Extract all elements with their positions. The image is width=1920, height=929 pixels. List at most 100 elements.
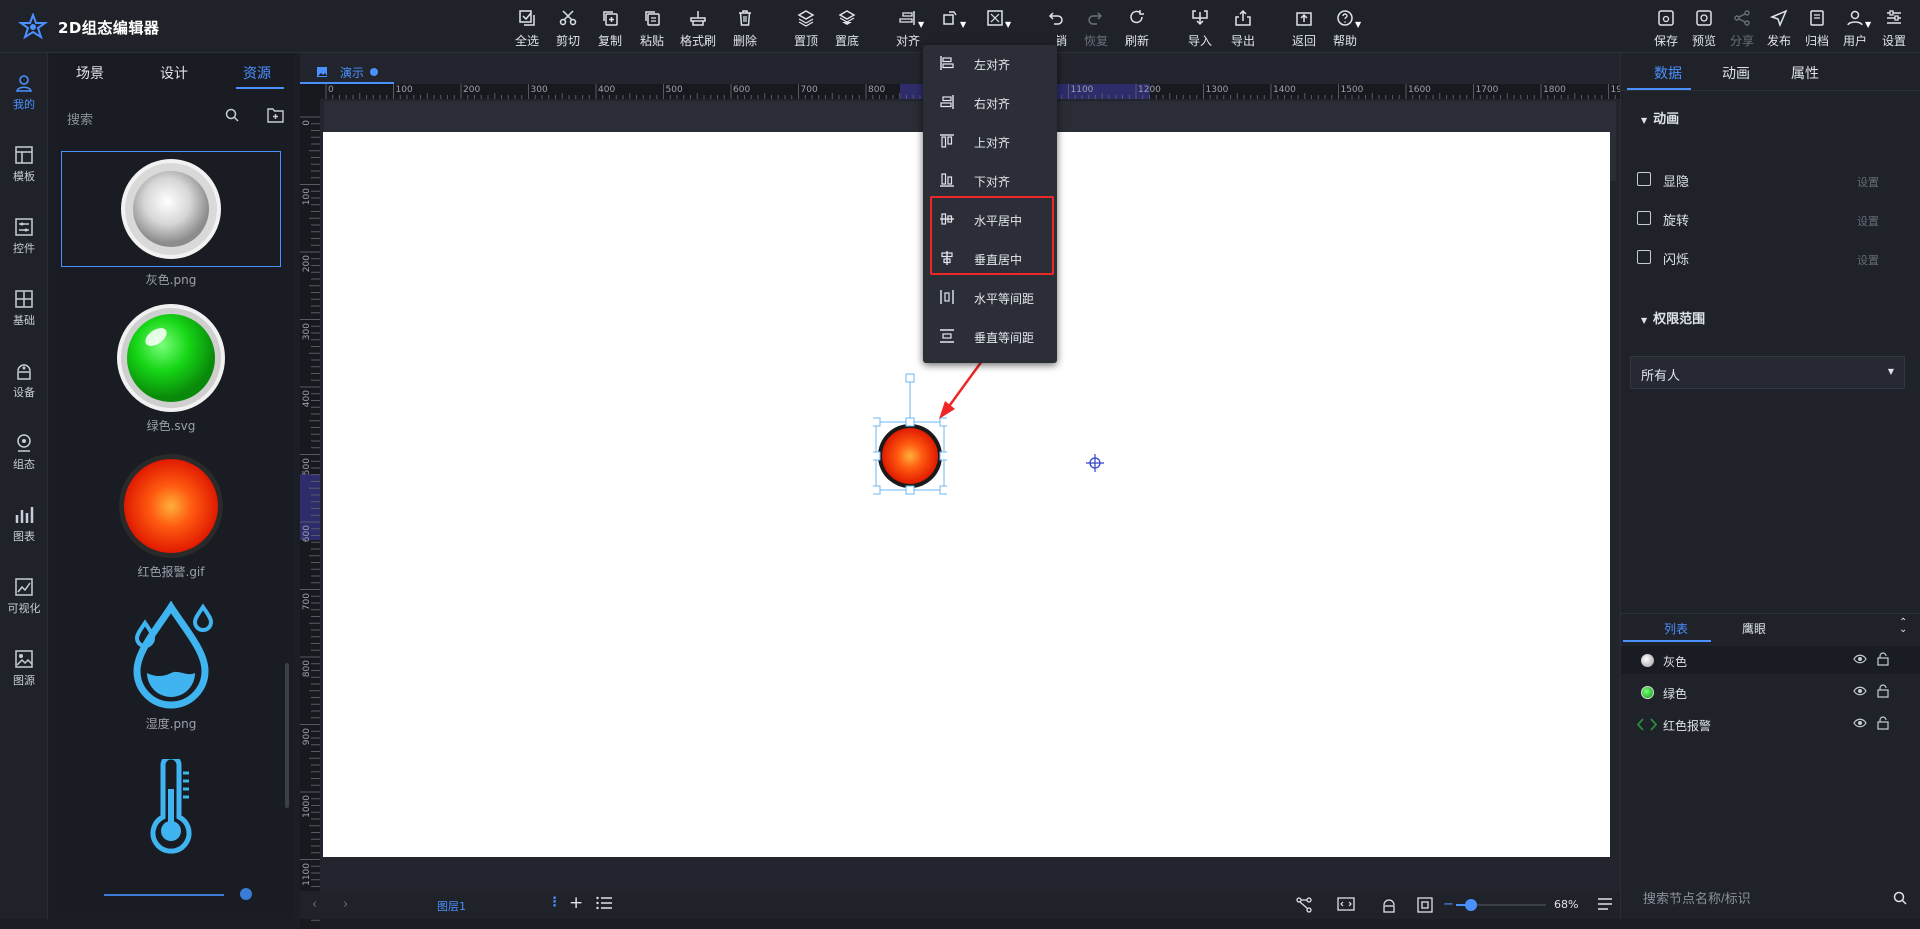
tab-document[interactable]: 演示 <box>316 62 379 82</box>
search-icon[interactable] <box>1893 891 1907 905</box>
menu-item-distribute-vertical[interactable]: 垂直等间距 <box>923 320 1057 352</box>
layer-row[interactable]: 红色报警 <box>1621 710 1920 738</box>
chevron-right-icon[interactable]: › <box>343 897 348 912</box>
lock-icon[interactable] <box>1877 716 1889 730</box>
tab-animation[interactable]: 动画 <box>1722 63 1750 83</box>
size-slider-handle[interactable] <box>240 888 252 900</box>
menu-item-center-horizontal[interactable]: 水平居中 <box>923 203 1057 235</box>
menu-item-align-top[interactable]: 上对齐 <box>923 125 1057 157</box>
chevron-left-icon[interactable]: ‹ <box>312 897 317 912</box>
tab-resource[interactable]: 资源 <box>243 63 271 83</box>
expand-toggle-icon[interactable]: ⌃ ⌄ <box>1899 618 1907 635</box>
animation-section-header[interactable]: ▼ 动画 <box>1641 108 1679 127</box>
copy-button[interactable]: 复制 <box>590 8 630 50</box>
fit-screen-icon[interactable] <box>1417 897 1433 913</box>
preview-button[interactable]: 预览 <box>1684 8 1724 50</box>
redo-button[interactable]: 恢复 <box>1076 8 1116 50</box>
tab-data[interactable]: 数据 <box>1654 63 1682 83</box>
menu-icon[interactable] <box>1597 897 1613 911</box>
layer-row[interactable]: 绿色 <box>1621 678 1920 706</box>
permission-section-header[interactable]: ▼ 权限范围 <box>1641 308 1705 327</box>
rotate-settings-link[interactable]: 设置 <box>1857 213 1879 229</box>
nav-item-controls[interactable]: 控件 <box>0 217 48 267</box>
nav-item-mine[interactable]: 我的 <box>0 73 48 123</box>
user-icon <box>1846 8 1864 28</box>
publish-button[interactable]: 发布 <box>1759 8 1799 50</box>
lock-icon[interactable] <box>1877 684 1889 698</box>
user-button[interactable]: ▼ 用户 <box>1835 8 1875 50</box>
resource-item-red-alarm[interactable]: 红色报警.gif <box>61 453 281 580</box>
nav-item-basic[interactable]: 基础 <box>0 289 48 339</box>
nav-item-template[interactable]: 模板 <box>0 145 48 195</box>
help-button[interactable]: ▼ 帮助 <box>1325 8 1365 50</box>
nav-item-source[interactable]: 图源 <box>0 649 48 699</box>
permission-select[interactable]: 所有人 ▼ <box>1630 356 1905 389</box>
share-button[interactable]: 分享 <box>1722 8 1762 50</box>
import-button[interactable]: 导入 <box>1180 8 1220 50</box>
settings-button[interactable]: 设置 <box>1874 8 1914 50</box>
zoom-slider-handle[interactable] <box>1465 899 1477 911</box>
code-icon[interactable] <box>1337 897 1355 913</box>
size-button[interactable]: ▼ <box>975 8 1015 50</box>
size-slider-track[interactable] <box>104 894 224 896</box>
blink-checkbox[interactable] <box>1637 250 1651 264</box>
select-all-button[interactable]: 全选 <box>507 8 547 50</box>
tab-scene[interactable]: 场景 <box>76 63 104 83</box>
nav-item-config[interactable]: 组态 <box>0 433 48 483</box>
resource-item-green[interactable]: 绿色.svg <box>61 303 281 434</box>
resource-item-humidity[interactable]: 湿度.png <box>61 601 281 732</box>
add-folder-icon[interactable] <box>267 107 284 123</box>
nav-item-visual[interactable]: 可视化 <box>0 577 48 627</box>
resource-item-gray[interactable]: 灰色.png <box>61 151 281 288</box>
visibility-settings-link[interactable]: 设置 <box>1857 174 1879 190</box>
menu-item-align-left[interactable]: 左对齐 <box>923 47 1057 79</box>
blink-settings-link[interactable]: 设置 <box>1857 252 1879 268</box>
help-label: 帮助 <box>1332 34 1357 48</box>
zoom-out-icon[interactable]: − <box>1443 897 1454 912</box>
archive-button[interactable]: 归档 <box>1797 8 1837 50</box>
tab-eagle-eye[interactable]: 鹰眼 <box>1742 620 1766 637</box>
eye-icon[interactable] <box>1853 653 1867 665</box>
menu-item-align-bottom[interactable]: 下对齐 <box>923 164 1057 196</box>
eye-icon[interactable] <box>1853 717 1867 729</box>
add-layer-icon[interactable]: + <box>569 893 583 913</box>
list-icon[interactable] <box>596 896 612 910</box>
undo-button[interactable]: 撤销 <box>1035 8 1075 50</box>
device-icon[interactable] <box>1381 897 1397 913</box>
scrollbar[interactable] <box>285 663 289 808</box>
nav-item-chart[interactable]: 图表 <box>0 505 48 555</box>
refresh-button[interactable]: 刷新 <box>1117 8 1157 50</box>
node-search-input[interactable] <box>1643 889 1873 907</box>
align-button[interactable]: ▼ 对齐 <box>888 8 928 50</box>
lock-icon[interactable] <box>1877 652 1889 666</box>
rotate-button[interactable]: ▼ <box>930 8 970 50</box>
format-painter-button[interactable]: 格式刷 <box>678 8 718 50</box>
layer-tab[interactable]: 图层1 <box>437 898 466 914</box>
visibility-checkbox[interactable] <box>1637 172 1651 186</box>
search-icon[interactable] <box>225 108 239 122</box>
cut-button[interactable]: 剪切 <box>548 8 588 50</box>
resource-item-thermometer[interactable] <box>61 759 281 855</box>
export-button[interactable]: 导出 <box>1223 8 1263 50</box>
tab-properties[interactable]: 属性 <box>1791 63 1819 83</box>
menu-item-align-right[interactable]: 右对齐 <box>923 86 1057 118</box>
paste-button[interactable]: 粘贴 <box>632 8 672 50</box>
menu-item-center-vertical[interactable]: 垂直居中 <box>923 242 1057 274</box>
menu-item-distribute-horizontal[interactable]: 水平等间距 <box>923 281 1057 313</box>
rotate-checkbox[interactable] <box>1637 211 1651 225</box>
more-vertical-icon[interactable]: ⋮ <box>548 895 561 910</box>
layer-row[interactable]: 灰色 <box>1621 646 1920 674</box>
send-bottom-button[interactable]: 置底 <box>827 8 867 50</box>
bring-top-button[interactable]: 置顶 <box>786 8 826 50</box>
nav-item-device[interactable]: 设备 <box>0 361 48 411</box>
tab-list[interactable]: 列表 <box>1664 620 1688 637</box>
resource-search-input[interactable] <box>67 109 227 129</box>
back-button[interactable]: 返回 <box>1284 8 1324 50</box>
tab-design[interactable]: 设计 <box>160 63 188 83</box>
chevron-down-icon: ▼ <box>1865 20 1872 29</box>
save-button[interactable]: 保存 <box>1646 8 1686 50</box>
delete-button[interactable]: 删除 <box>725 8 765 50</box>
paste-label: 粘贴 <box>639 34 664 48</box>
connect-icon[interactable] <box>1296 897 1312 913</box>
eye-icon[interactable] <box>1853 685 1867 697</box>
